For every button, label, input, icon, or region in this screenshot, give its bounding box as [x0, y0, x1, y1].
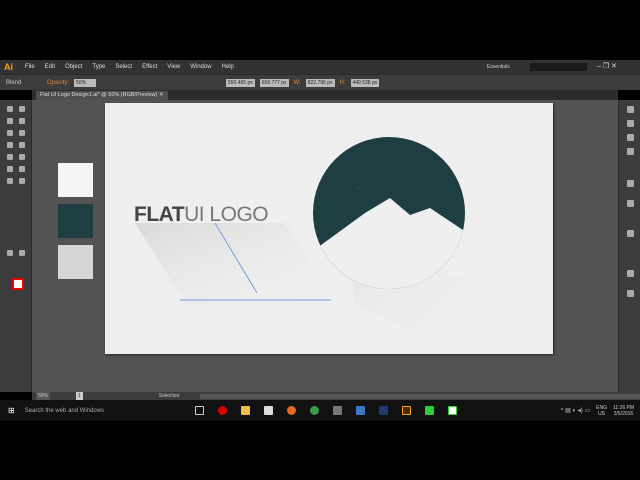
rectangle-tool-icon[interactable] [19, 142, 25, 148]
tray-icons[interactable]: ^ ▤ ◐ ◂) ▭ [561, 407, 590, 414]
eraser-tool-icon[interactable] [7, 166, 13, 172]
lasso-tool-icon[interactable] [19, 118, 25, 124]
app-logo: Ai [4, 62, 13, 72]
menu-select[interactable]: Select [115, 64, 132, 70]
file-explorer-icon[interactable] [240, 406, 250, 415]
pencil-tool-icon[interactable] [19, 154, 25, 160]
clock-date: 3/5/2016 [613, 410, 634, 417]
menu-view[interactable]: View [167, 64, 180, 70]
selection-tool-icon[interactable] [7, 106, 13, 112]
right-panel-dock [618, 100, 640, 392]
mode-label: Blend [6, 79, 22, 86]
camtasia-recorder-icon[interactable] [447, 406, 457, 415]
opacity-field[interactable]: 50% [74, 78, 97, 87]
swatch-white[interactable] [58, 163, 93, 197]
window-controls[interactable]: – ❐ ✕ [597, 62, 617, 70]
swatch-teal[interactable] [58, 204, 93, 238]
symbols-panel-icon[interactable] [627, 148, 634, 155]
scale-tool-icon[interactable] [19, 178, 25, 184]
tools-panel [0, 100, 32, 392]
logo-text-bold: FLAT [134, 203, 185, 226]
swatches-panel-icon[interactable] [627, 120, 634, 127]
artwork [135, 137, 525, 343]
zoom-tool-icon[interactable] [19, 250, 25, 256]
menu-type[interactable]: Type [92, 64, 105, 70]
photoshop-icon[interactable] [378, 406, 388, 415]
menu-file[interactable]: File [25, 64, 35, 70]
language-indicator[interactable]: ENG US [596, 405, 607, 417]
type-tool-icon[interactable] [19, 130, 25, 136]
store-icon[interactable] [263, 406, 273, 415]
document-tab-label: Flat UI Logo Design1.ai* @ 50% (RGB/Prev… [40, 92, 158, 98]
opacity-label: Opacity: [47, 79, 70, 86]
magic-wand-tool-icon[interactable] [7, 118, 13, 124]
app-icon[interactable] [332, 406, 342, 415]
w-label: W: [293, 79, 301, 86]
rotate-tool-icon[interactable] [7, 178, 13, 184]
hand-tool-icon[interactable] [7, 250, 13, 256]
brushes-panel-icon[interactable] [627, 134, 634, 141]
menu-help[interactable]: Help [222, 64, 234, 70]
menu-window[interactable]: Window [190, 64, 211, 70]
windows-start-icon[interactable]: ⊞ [8, 406, 15, 415]
firefox-icon[interactable] [286, 406, 296, 415]
pen-tool-icon[interactable] [7, 130, 13, 136]
logo-text: FLATUI LOGO [134, 203, 269, 227]
y-field[interactable]: 656.777 px [259, 78, 289, 87]
current-tool-status[interactable]: Selection [159, 393, 180, 399]
menu-object[interactable]: Object [65, 64, 82, 70]
windows-taskbar: ⊞ Search the web and Windows ^ ▤ ◐ ◂) ▭ … [0, 400, 640, 421]
status-bar: 50% 1 Selection [32, 392, 640, 400]
h-field[interactable]: 449.538 px [350, 78, 380, 87]
graphic-styles-panel-icon[interactable] [627, 200, 634, 207]
appearance-panel-icon[interactable] [627, 180, 634, 187]
character-panel-icon[interactable] [627, 270, 634, 277]
direct-selection-tool-icon[interactable] [19, 106, 25, 112]
app-icon[interactable] [355, 406, 365, 415]
x-field[interactable]: 550.465 px [226, 78, 255, 87]
layers-panel-icon[interactable] [627, 230, 634, 237]
color-panel-icon[interactable] [627, 106, 634, 113]
menu-bar: Ai File Edit Object Type Select Effect V… [0, 60, 640, 74]
taskbar-search[interactable]: Search the web and Windows [23, 408, 188, 414]
w-field[interactable]: 822.796 px [305, 78, 335, 87]
artboard[interactable]: FLATUI LOGO [105, 103, 553, 354]
swatch-gray[interactable] [58, 245, 93, 279]
camtasia-icon[interactable] [424, 406, 434, 415]
menu-effect[interactable]: Effect [142, 64, 157, 70]
task-view-icon[interactable] [194, 406, 204, 415]
scissors-tool-icon[interactable] [19, 166, 25, 172]
horizontal-scrollbar[interactable] [200, 393, 640, 399]
menu-edit[interactable]: Edit [45, 64, 55, 70]
opera-icon[interactable] [217, 406, 227, 415]
illustrator-icon[interactable] [401, 406, 411, 415]
logo-text-light: UI LOGO [184, 203, 269, 226]
region-code: US [598, 410, 606, 417]
clock[interactable]: 11:26 PM 3/5/2016 [613, 405, 634, 417]
control-bar: Blend Opacity: 50% X: 550.465 px Y: 656.… [0, 74, 640, 90]
paragraph-panel-icon[interactable] [627, 290, 634, 297]
artboard-page-field[interactable]: 1 [76, 392, 83, 400]
workspace-switcher[interactable]: Essentials [487, 64, 510, 70]
zoom-field[interactable]: 50% [36, 392, 51, 400]
h-label: H: [339, 79, 346, 86]
chrome-icon[interactable] [309, 406, 319, 415]
text-long-shadow [135, 223, 335, 303]
search-input[interactable] [530, 63, 587, 71]
brush-tool-icon[interactable] [7, 154, 13, 160]
fill-stroke-icon[interactable] [12, 278, 24, 290]
document-tab[interactable]: Flat UI Logo Design1.ai* @ 50% (RGB/Prev… [36, 91, 168, 100]
line-tool-icon[interactable] [7, 142, 13, 148]
